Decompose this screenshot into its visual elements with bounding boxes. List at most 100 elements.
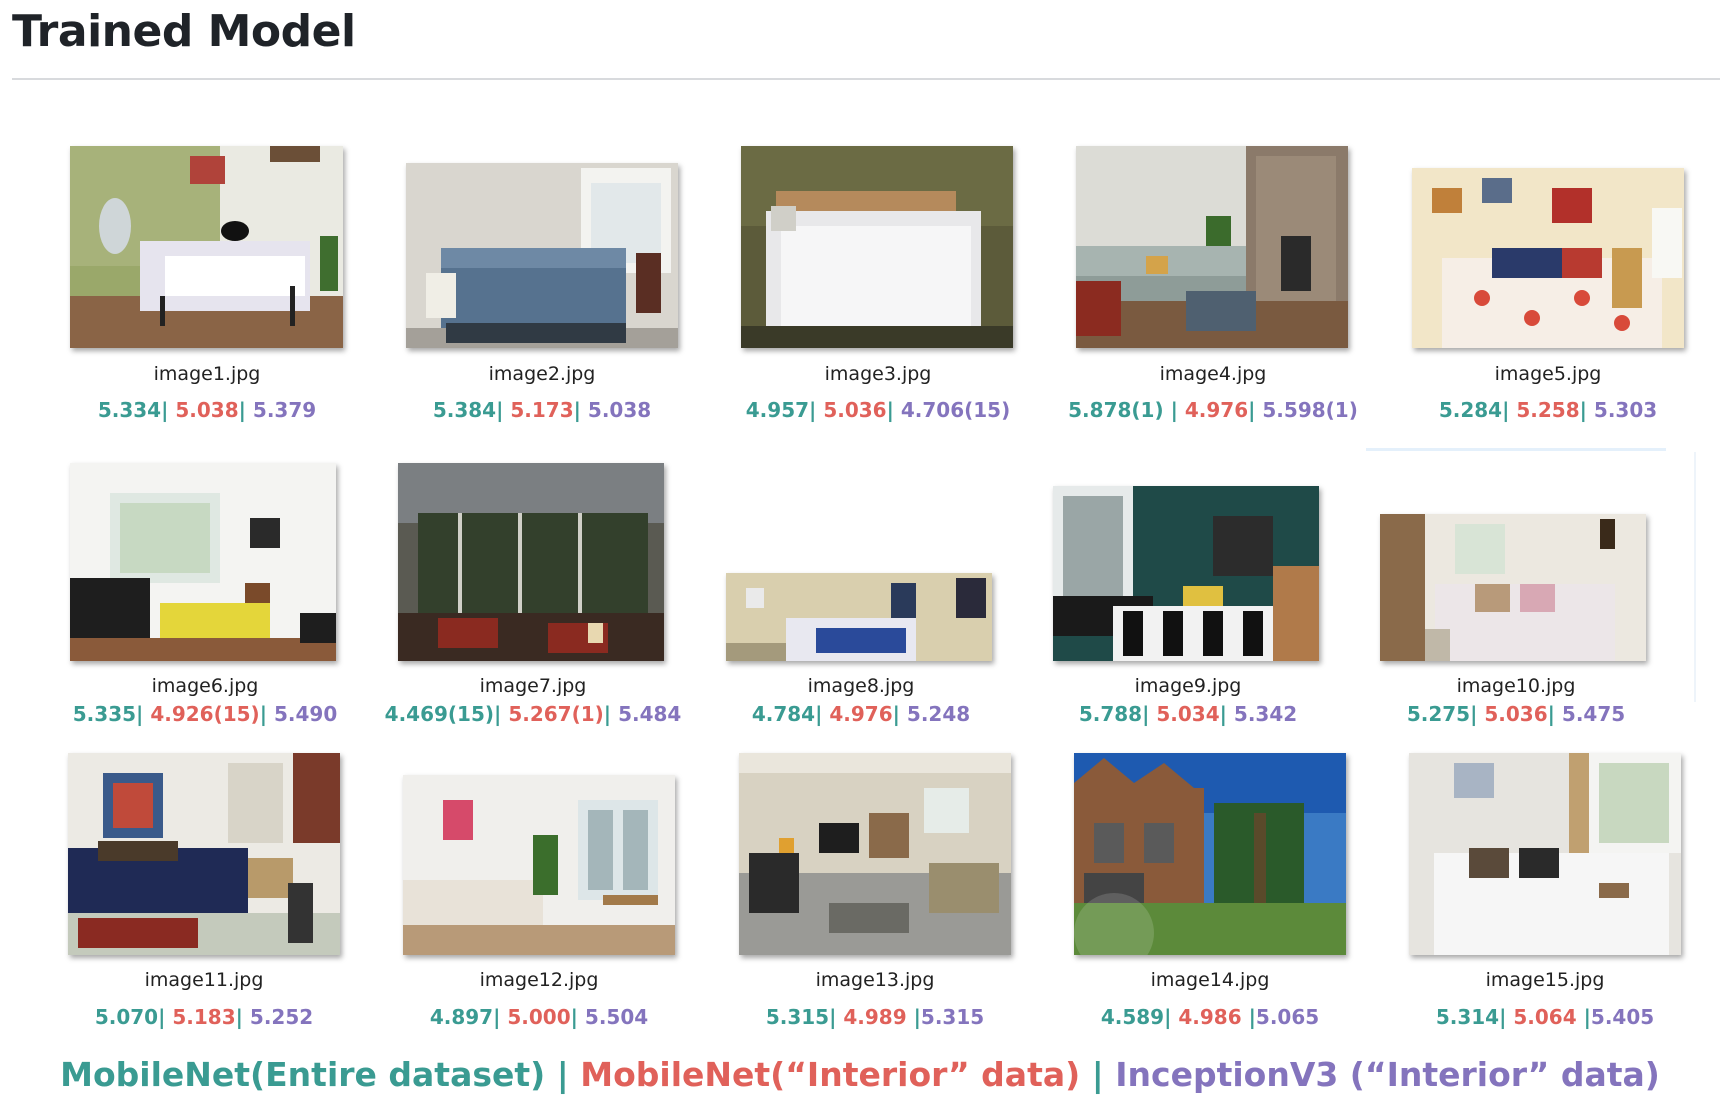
score-mobilenet-interior: 5.173 <box>510 398 574 422</box>
photo-image10[interactable] <box>1380 514 1646 661</box>
living-room-photo <box>403 775 675 955</box>
score-inception-interior: 5.315 <box>920 1005 985 1029</box>
building-exterior-photo <box>1074 753 1346 955</box>
score-mobilenet-interior: 4.986 <box>1178 1005 1242 1029</box>
bedroom-photo <box>1412 168 1684 348</box>
score-mobilenet-entire: 5.284 <box>1438 398 1503 422</box>
score-line: 5.788| 5.034| 5.342 <box>1078 702 1298 726</box>
score-line: 5.315| 4.989 |5.315 <box>765 1005 985 1029</box>
score-mobilenet-interior: 5.036 <box>1484 702 1548 726</box>
living-room-photo <box>1076 146 1348 348</box>
score-mobilenet-interior: 5.036 <box>823 398 887 422</box>
score-inception-interior: 5.504 <box>584 1005 649 1029</box>
filename-label: image7.jpg <box>479 675 587 697</box>
filename-label: image4.jpg <box>1159 363 1267 385</box>
living-room-photo <box>739 753 1011 955</box>
photo-image12[interactable] <box>403 775 675 955</box>
score-mobilenet-interior: 5.258 <box>1516 398 1580 422</box>
score-mobilenet-interior: 5.183 <box>172 1005 236 1029</box>
filename-label: image6.jpg <box>151 675 259 697</box>
score-line: 4.589| 4.986 |5.065 <box>1100 1005 1320 1029</box>
bedroom-photo <box>726 573 992 661</box>
conservatory-photo <box>398 463 664 661</box>
score-mobilenet-entire: 4.469(15) <box>384 702 495 726</box>
legend-separator: | <box>545 1055 581 1094</box>
page-title: Trained Model <box>12 6 356 57</box>
score-inception-interior: 5.065 <box>1255 1005 1320 1029</box>
photo-image7[interactable] <box>398 463 664 661</box>
score-mobilenet-entire: 5.275 <box>1406 702 1471 726</box>
score-mobilenet-entire: 4.897 <box>429 1005 494 1029</box>
photo-image11[interactable] <box>68 753 340 955</box>
filename-label: image8.jpg <box>807 675 915 697</box>
score-line: 5.384| 5.173| 5.038 <box>432 398 652 422</box>
filename-label: image9.jpg <box>1134 675 1242 697</box>
filename-label: image1.jpg <box>153 363 261 385</box>
filename-label: image13.jpg <box>815 969 935 991</box>
score-line: 5.275| 5.036| 5.475 <box>1406 702 1626 726</box>
score-inception-interior: 5.405 <box>1590 1005 1655 1029</box>
score-mobilenet-entire: 5.878(1) <box>1068 398 1164 422</box>
score-line: 5.070| 5.183| 5.252 <box>94 1005 314 1029</box>
score-inception-interior: 5.252 <box>249 1005 314 1029</box>
filename-label: image15.jpg <box>1485 969 1605 991</box>
score-mobilenet-entire: 5.334 <box>97 398 162 422</box>
score-inception-interior: 5.342 <box>1233 702 1298 726</box>
filename-label: image11.jpg <box>144 969 264 991</box>
bedroom-photo <box>406 163 678 348</box>
bedroom-photo <box>741 146 1013 348</box>
bedroom-photo <box>70 146 343 348</box>
score-line: 4.784| 4.976| 5.248 <box>751 702 971 726</box>
score-inception-interior: 5.303 <box>1593 398 1658 422</box>
filename-label: image12.jpg <box>479 969 599 991</box>
score-inception-interior: 5.475 <box>1561 702 1626 726</box>
score-line: 5.878(1) | 4.976| 5.598(1) <box>1068 398 1358 422</box>
score-mobilenet-entire: 5.384 <box>432 398 497 422</box>
legend-separator: | <box>1080 1055 1116 1094</box>
legend-inception-interior: InceptionV3 (“Interior” data) <box>1115 1055 1660 1094</box>
score-inception-interior: 5.379 <box>252 398 317 422</box>
score-line: 5.334| 5.038| 5.379 <box>97 398 317 422</box>
score-mobilenet-interior: 4.976 <box>1184 398 1249 422</box>
photo-image3[interactable] <box>741 146 1013 348</box>
score-inception-interior: 5.598(1) <box>1262 398 1358 422</box>
model-legend: MobileNet(Entire dataset) | MobileNet(“I… <box>0 1055 1720 1094</box>
score-line: 4.957| 5.036| 4.706(15) <box>745 398 1011 422</box>
photo-image8[interactable] <box>726 573 992 661</box>
photo-image6[interactable] <box>70 463 336 661</box>
decorative-vline <box>1694 452 1696 702</box>
score-inception-interior: 4.706(15) <box>900 398 1011 422</box>
score-line: 5.335| 4.926(15)| 5.490 <box>72 702 338 726</box>
score-mobilenet-interior: 5.267(1) <box>508 702 604 726</box>
score-mobilenet-interior: 5.034 <box>1156 702 1220 726</box>
score-mobilenet-entire: 5.314 <box>1435 1005 1500 1029</box>
filename-label: image5.jpg <box>1494 363 1602 385</box>
filename-label: image14.jpg <box>1150 969 1270 991</box>
page: Trained Model image1.jpg 5.334| 5.038| 5… <box>0 0 1720 1118</box>
photo-image13[interactable] <box>739 753 1011 955</box>
score-line: 5.284| 5.258| 5.303 <box>1438 398 1658 422</box>
score-line: 5.314| 5.064 |5.405 <box>1435 1005 1655 1029</box>
score-mobilenet-entire: 5.335 <box>72 702 137 726</box>
score-mobilenet-interior: 5.038 <box>175 398 239 422</box>
score-mobilenet-interior: 5.000 <box>507 1005 571 1029</box>
score-mobilenet-interior: 5.064 <box>1513 1005 1577 1029</box>
score-mobilenet-interior: 4.989 <box>843 1005 907 1029</box>
score-mobilenet-entire: 5.788 <box>1078 702 1143 726</box>
photo-image5[interactable] <box>1412 168 1684 348</box>
score-mobilenet-interior: 4.926(15) <box>150 702 260 726</box>
title-divider <box>12 78 1720 80</box>
photo-image14[interactable] <box>1074 753 1346 955</box>
bedroom-photo <box>1409 753 1681 955</box>
legend-mobilenet-entire: MobileNet(Entire dataset) <box>60 1055 546 1094</box>
score-mobilenet-entire: 5.315 <box>765 1005 830 1029</box>
photo-image4[interactable] <box>1076 146 1348 348</box>
filename-label: image3.jpg <box>824 363 932 385</box>
filename-label: image2.jpg <box>488 363 596 385</box>
photo-image9[interactable] <box>1053 486 1319 661</box>
score-mobilenet-entire: 4.589 <box>1100 1005 1165 1029</box>
photo-image2[interactable] <box>406 163 678 348</box>
photo-image15[interactable] <box>1409 753 1681 955</box>
living-room-photo <box>70 463 336 661</box>
photo-image1[interactable] <box>70 146 343 348</box>
